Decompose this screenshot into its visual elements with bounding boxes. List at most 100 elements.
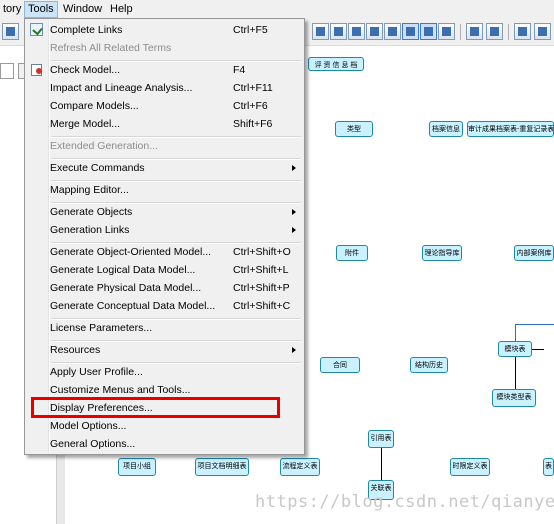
entity-title: 流程定义表	[282, 463, 318, 470]
menu-item-label: Check Model...	[50, 64, 121, 76]
entity-box[interactable]: 引用表	[368, 430, 394, 448]
menu-item-label: Generate Physical Data Model...	[50, 282, 202, 294]
menu-item-mapping-editor[interactable]: Mapping Editor...	[27, 181, 302, 199]
entity-box[interactable]: 类型	[335, 121, 373, 137]
browser-combo[interactable]	[0, 63, 14, 79]
toolbar-button[interactable]	[366, 23, 383, 40]
relationship-line[interactable]	[515, 324, 516, 341]
menu-item-shortcut: Ctrl+F5	[233, 24, 268, 36]
menu-item-apply-user-profile[interactable]: Apply User Profile...	[27, 363, 302, 381]
menu-item-refresh-related-terms: Refresh All Related Terms	[27, 39, 302, 57]
menu-item-label: Apply User Profile...	[50, 366, 143, 378]
menu-item-shortcut: F4	[233, 64, 246, 76]
menu-item-model-options[interactable]: Model Options...	[27, 417, 302, 435]
menu-item-label: Generate Object-Oriented Model...	[50, 246, 212, 258]
relationship-line[interactable]	[515, 324, 554, 325]
copy-icon[interactable]	[514, 23, 531, 40]
toolbar-separator	[460, 24, 461, 40]
entity-title: 项目文档明细表	[197, 463, 247, 470]
entity-box[interactable]: 项目文档明细表	[195, 458, 249, 476]
entity-box[interactable]: 模块类型表	[492, 389, 536, 407]
relationship-line[interactable]	[532, 349, 544, 350]
entity-box[interactable]: 模块表	[498, 341, 532, 357]
entity-box[interactable]: 流程定义表	[280, 458, 320, 476]
toolbar-button[interactable]	[438, 23, 455, 40]
menu-item-generate-oom[interactable]: Generate Object-Oriented Model... Ctrl+S…	[27, 243, 302, 261]
entity-title: 理论指导库	[424, 250, 460, 257]
menu-item-label: Resources	[50, 344, 101, 356]
menu-item-label: General Options...	[50, 438, 136, 450]
menu-item-label: Generation Links	[50, 224, 130, 236]
entity-box[interactable]: 表	[543, 458, 554, 476]
print-icon[interactable]	[486, 23, 503, 40]
entity-box[interactable]: 项目小组	[118, 458, 156, 476]
toolbar-button[interactable]	[2, 23, 19, 40]
menu-item-label: Generate Logical Data Model...	[50, 264, 196, 276]
toolbar-button[interactable]	[384, 23, 401, 40]
menu-item-generate-ldm[interactable]: Generate Logical Data Model... Ctrl+Shif…	[27, 261, 302, 279]
menu-tools[interactable]: Tools	[24, 1, 58, 18]
entity-box[interactable]: 档案信息	[429, 121, 463, 137]
menu-item-execute-commands[interactable]: Execute Commands	[27, 159, 302, 177]
menu-item-label: Compare Models...	[50, 100, 139, 112]
toolbar-button[interactable]	[348, 23, 365, 40]
menu-item-label: Refresh All Related Terms	[50, 42, 172, 54]
menu-item-shortcut: Ctrl+Shift+O	[233, 246, 291, 258]
menu-item-generation-links[interactable]: Generation Links	[27, 221, 302, 239]
entity-box[interactable]: 合同	[320, 357, 360, 373]
toolbar-button[interactable]	[402, 23, 419, 40]
menu-item-label: Impact and Lineage Analysis...	[50, 82, 193, 94]
entity-title: 引用表	[370, 435, 392, 442]
entity-title: 合同	[333, 362, 347, 369]
menu-item-merge-model[interactable]: Merge Model... Shift+F6	[27, 115, 302, 133]
menu-item-label: Model Options...	[50, 420, 127, 432]
menu-item-label: License Parameters...	[50, 322, 153, 334]
menu-item-label: Complete Links	[50, 24, 123, 36]
menu-item-label: Execute Commands	[50, 162, 145, 174]
print-preview-icon[interactable]	[466, 23, 483, 40]
entity-box[interactable]: 理论指导库	[422, 245, 462, 261]
menu-window[interactable]: Window	[60, 2, 105, 17]
relationship-line[interactable]	[381, 448, 382, 480]
entity-title: 表	[545, 463, 552, 470]
menu-item-compare-models[interactable]: Compare Models... Ctrl+F6	[27, 97, 302, 115]
menu-item-shortcut: Ctrl+Shift+L	[233, 264, 289, 276]
menu-item-shortcut: Ctrl+Shift+C	[233, 300, 291, 312]
toolbar-separator	[508, 24, 509, 40]
toolbar-button[interactable]	[312, 23, 329, 40]
pen-icon[interactable]	[534, 23, 551, 40]
menu-item-generate-objects[interactable]: Generate Objects	[27, 203, 302, 221]
entity-box[interactable]: 审计成果档案表-重复记录表	[467, 121, 554, 137]
menu-item-general-options[interactable]: General Options...	[27, 435, 302, 453]
menu-item-resources[interactable]: Resources	[27, 341, 302, 359]
menu-help[interactable]: Help	[107, 2, 136, 17]
toolbar-button[interactable]	[330, 23, 347, 40]
entity-title: 项目小组	[123, 463, 151, 470]
menu-item-generate-cdm[interactable]: Generate Conceptual Data Model... Ctrl+S…	[27, 297, 302, 315]
entity-title: 时限定义表	[452, 463, 488, 470]
menu-item-check-model[interactable]: Check Model... F4	[27, 61, 302, 79]
tools-dropdown-menu: Complete Links Ctrl+F5 Refresh All Relat…	[24, 18, 305, 455]
entity-box[interactable]: 评 资 信 息 档	[308, 57, 364, 71]
entity-title: 审计成果档案表-重复记录表	[468, 126, 554, 133]
menu-item-complete-links[interactable]: Complete Links Ctrl+F5	[27, 21, 302, 39]
highlight-annotation	[31, 397, 280, 418]
menu-item-label: Merge Model...	[50, 118, 121, 130]
entity-box[interactable]: 附件	[336, 245, 368, 261]
entity-box[interactable]: 内部案例库	[514, 245, 554, 261]
entity-box[interactable]: 结构历史	[410, 357, 448, 373]
submenu-arrow-icon	[292, 227, 296, 233]
entity-title: 模块表	[504, 346, 526, 353]
menu-item-license-parameters[interactable]: License Parameters...	[27, 319, 302, 337]
menu-item-generate-pdm[interactable]: Generate Physical Data Model... Ctrl+Shi…	[27, 279, 302, 297]
menu-item-impact-lineage[interactable]: Impact and Lineage Analysis... Ctrl+F11	[27, 79, 302, 97]
complete-links-icon	[30, 23, 43, 36]
menu-item-label: Generate Objects	[50, 206, 133, 218]
entity-box[interactable]: 时限定义表	[450, 458, 490, 476]
watermark-text: https://blog.csdn.net/qianyel	[255, 492, 554, 512]
menu-item-label: Generate Conceptual Data Model...	[50, 300, 216, 312]
menu-history[interactable]: tory	[0, 2, 24, 17]
toolbar-button[interactable]	[420, 23, 437, 40]
relationship-line[interactable]	[515, 357, 516, 389]
menu-item-label: Mapping Editor...	[50, 184, 129, 196]
